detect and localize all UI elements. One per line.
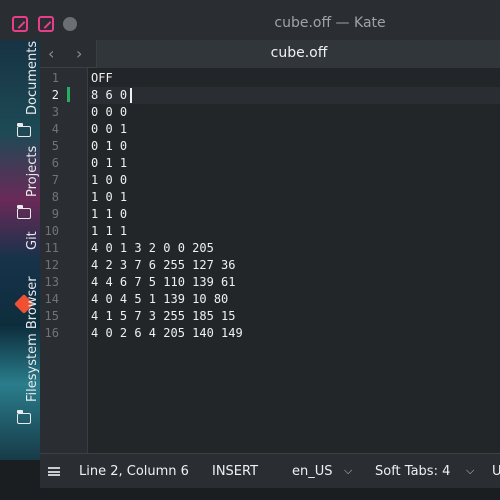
bottom-panel-strip	[0, 488, 500, 500]
line-number: 4	[51, 122, 59, 136]
code-line[interactable]: OFF	[91, 71, 113, 85]
code-line[interactable]: 0 1 0	[91, 139, 127, 153]
code-line[interactable]: 1 1 0	[91, 207, 127, 221]
back-arrow-icon[interactable]: ‹	[48, 44, 54, 63]
status-bar: Line 2, Column 6 INSERT en_US ⌵ Soft Tab…	[40, 453, 500, 488]
line-number: 15	[44, 309, 59, 323]
code-line[interactable]: 4 2 3 7 6 255 127 36	[91, 258, 236, 272]
line-number: 12	[44, 258, 59, 272]
current-line-highlight	[89, 87, 500, 104]
line-number: 13	[44, 275, 59, 289]
code-line[interactable]: 1 1 1	[91, 224, 127, 238]
tab-label: cube.off	[270, 45, 328, 61]
new-document-icon[interactable]	[12, 16, 28, 32]
input-mode[interactable]: INSERT	[212, 464, 258, 479]
sidebar-item-git[interactable]: Git	[25, 231, 40, 250]
editor-area[interactable]: 1 2 3 4 5 6 7 8 9 10 11 12 13 14 15 16 O…	[40, 68, 500, 453]
line-number: 11	[44, 241, 59, 255]
line-number: 8	[51, 190, 59, 204]
code-line[interactable]: 4 0 1 3 2 0 0 205	[91, 241, 214, 255]
left-sidebar: Documents Projects Git Filesystem Browse…	[0, 40, 40, 460]
line-number: 16	[44, 326, 59, 340]
projects-folder-icon[interactable]	[17, 205, 31, 219]
code-line[interactable]: 1 0 1	[91, 190, 127, 204]
code-line[interactable]: 4 4 6 7 5 110 139 61	[91, 275, 236, 289]
code-line[interactable]: 1 0 0	[91, 173, 127, 187]
sidebar-item-projects[interactable]: Projects	[25, 146, 40, 197]
code-line[interactable]: 4 0 4 5 1 139 10 80	[91, 292, 228, 306]
hamburger-menu-icon[interactable]	[48, 467, 60, 476]
documents-folder-icon[interactable]	[17, 123, 31, 137]
line-number-gutter: 1 2 3 4 5 6 7 8 9 10 11 12 13 14 15 16	[40, 68, 88, 453]
encoding-selector[interactable]: U	[492, 464, 500, 479]
modified-line-marker	[67, 87, 70, 102]
code-line[interactable]: 8 6 0	[91, 88, 127, 102]
cursor-position[interactable]: Line 2, Column 6	[79, 464, 189, 479]
window-titlebar: cube.off — Kate	[0, 0, 500, 40]
chevron-down-icon[interactable]: ⌵	[466, 464, 474, 478]
line-number: 10	[44, 224, 59, 238]
line-number: 1	[51, 71, 59, 85]
code-line[interactable]: 4 0 2 6 4 205 140 149	[91, 326, 243, 340]
line-number: 2	[51, 88, 59, 102]
edit-icon[interactable]	[38, 16, 54, 32]
chevron-down-icon[interactable]: ⌵	[344, 464, 352, 478]
code-line[interactable]: 0 1 1	[91, 156, 127, 170]
indentation-selector[interactable]: Soft Tabs: 4	[375, 464, 450, 479]
window-menu-icon[interactable]	[63, 17, 77, 31]
sidebar-item-filesystem-browser[interactable]: Filesystem Browser	[25, 276, 40, 402]
line-number: 14	[44, 292, 59, 306]
line-number: 9	[51, 207, 59, 221]
line-number: 3	[51, 105, 59, 119]
text-cursor	[130, 88, 132, 103]
line-number: 5	[51, 139, 59, 153]
line-number: 7	[51, 173, 59, 187]
code-line[interactable]: 4 1 5 7 3 255 185 15	[91, 309, 236, 323]
code-line[interactable]: 0 0 0	[91, 105, 127, 119]
tab-bar: ‹ › cube.off	[40, 40, 500, 68]
code-line[interactable]: 0 0 1	[91, 122, 127, 136]
dictionary-selector[interactable]: en_US	[292, 464, 333, 479]
forward-arrow-icon[interactable]: ›	[76, 44, 82, 63]
sidebar-item-documents[interactable]: Documents	[25, 41, 40, 115]
line-number: 6	[51, 156, 59, 170]
window-title: cube.off — Kate	[274, 15, 386, 31]
tab-cube-off[interactable]: cube.off	[96, 40, 500, 68]
filesystem-folder-icon[interactable]	[17, 410, 31, 424]
